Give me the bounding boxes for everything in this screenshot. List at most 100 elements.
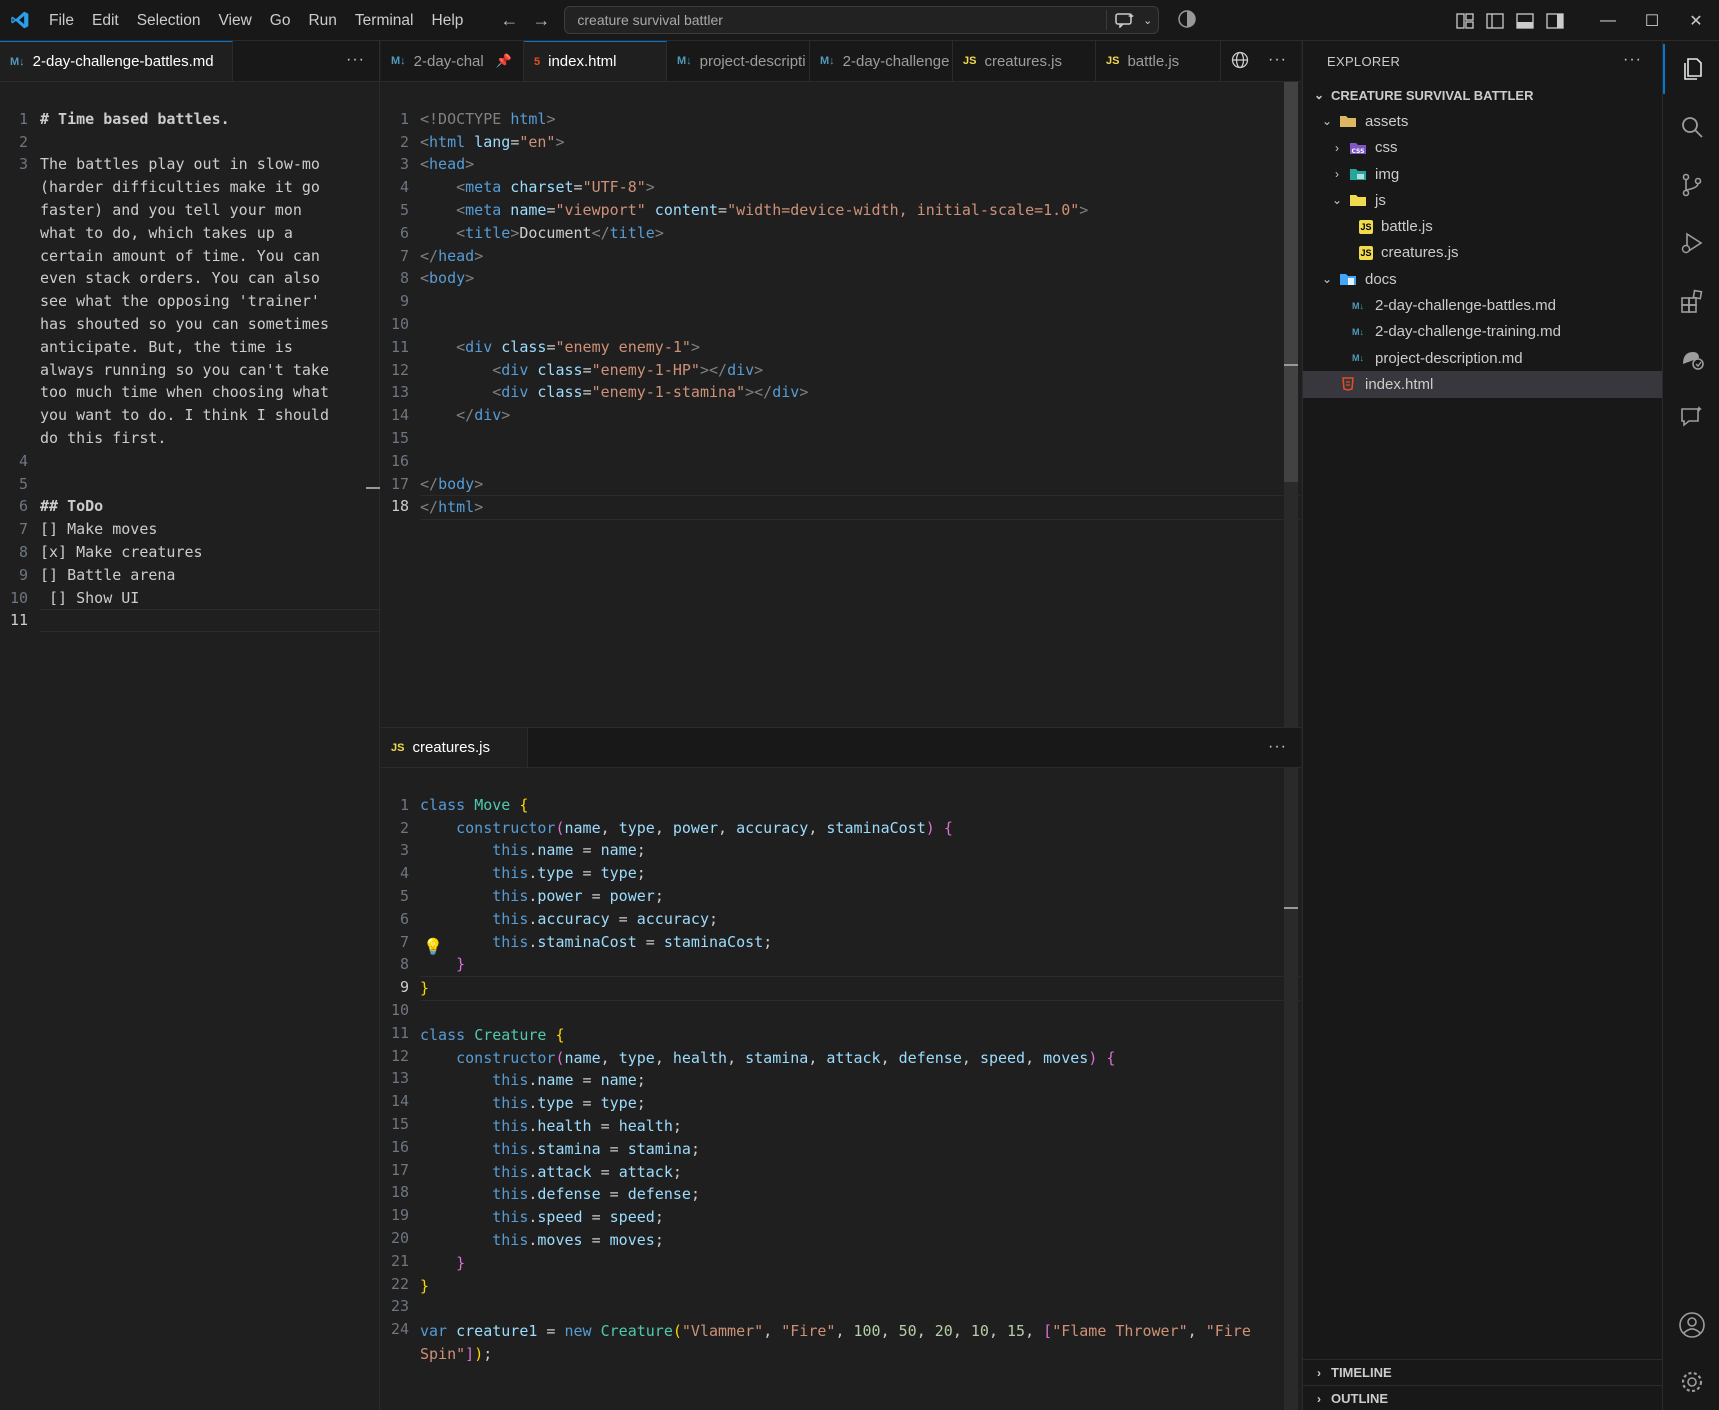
line-number: 2 <box>399 132 409 151</box>
md-heading: # Time based battles. <box>40 109 230 128</box>
more-actions-icon[interactable]: ··· <box>1623 51 1642 69</box>
tree-item-creatures-js[interactable]: JS creatures.js <box>1303 240 1662 266</box>
maximize-icon[interactable]: ☐ <box>1630 11 1674 31</box>
command-center-search[interactable]: creature survival battler ⌄ <box>564 6 1160 34</box>
line-number: 11 <box>9 611 28 630</box>
toggle-primary-sidebar-icon[interactable] <box>1486 12 1504 29</box>
html-code-area[interactable]: 1 2 3 4 5 6 7 8 9 10 11 12 13 14 15 16 17 18 <!DOCTYPE ht… <box>381 82 1301 727</box>
html-file-icon <box>1342 377 1354 392</box>
tree-item-training-md[interactable]: M↓ 2-day-challenge-training.md <box>1303 319 1662 345</box>
extensions-icon[interactable] <box>1663 276 1719 326</box>
source-control-icon[interactable] <box>1663 160 1719 210</box>
js-code-area[interactable]: 1 2 3 4 5 6 7 8 9 10 11 12 13 14 15 16 17 18 19 20 21 22 23 24 … <box>381 768 1301 1410</box>
line-number: 12 <box>390 360 409 379</box>
menu-view[interactable]: View <box>209 0 260 41</box>
timeline-section[interactable]: › TIMELINE <box>1303 1359 1663 1385</box>
tree-item-css[interactable]: › CSS css <box>1303 135 1662 161</box>
menu-selection[interactable]: Selection <box>128 0 210 41</box>
more-actions-icon[interactable]: ··· <box>1268 51 1287 69</box>
menu-run[interactable]: Run <box>299 0 345 41</box>
md-line: [] Show UI <box>40 588 140 607</box>
tab-creatures-js[interactable]: JS creatures.js <box>381 728 528 767</box>
explorer-header: EXPLORER ··· <box>1303 41 1662 82</box>
chat-icon[interactable] <box>1663 392 1719 442</box>
toggle-secondary-sidebar-icon[interactable] <box>1546 12 1564 29</box>
markdown-editor-group: M↓ 2-day-challenge-battles.md ··· 1 2 3 4 5 6… <box>0 41 380 1410</box>
line-number: 8 <box>18 542 28 561</box>
accounts-icon[interactable] <box>1663 1300 1719 1350</box>
line-number: 7 <box>399 246 409 265</box>
copilot-icon[interactable] <box>1177 9 1197 32</box>
cursor-position-marker <box>1284 907 1298 909</box>
tree-item-img[interactable]: › img <box>1303 161 1662 187</box>
tab-battles-md[interactable]: M↓ 2-day-challenge-battles.md <box>0 41 233 81</box>
tab-project-description[interactable]: M↓ project-descripti <box>667 41 810 81</box>
toggle-panel-icon[interactable] <box>1516 12 1534 29</box>
line-number-gutter: 1 2 3 4 5 6 7 8 9 10 11 12 13 14 15 16 17 18 <box>381 85 409 564</box>
tree-item-label: battle.js <box>1381 218 1433 236</box>
markdown-file-icon: M↓ <box>1352 353 1364 364</box>
line-number: 10 <box>390 314 409 333</box>
forward-arrow-icon[interactable]: → <box>532 10 550 31</box>
close-icon[interactable]: ✕ <box>1674 11 1718 31</box>
outline-label: OUTLINE <box>1331 1391 1389 1406</box>
md-line: (harder difficulties make it go <box>40 178 320 197</box>
outline-section[interactable]: › OUTLINE <box>1303 1385 1663 1410</box>
tree-item-label: index.html <box>1365 375 1434 393</box>
tree-item-js[interactable]: ⌄ js <box>1303 187 1662 213</box>
tab-2-day-chal[interactable]: M↓ 2-day-chal 📌 <box>381 41 524 81</box>
line-number: 16 <box>390 451 409 470</box>
tab-2-day-challenge[interactable]: M↓ 2-day-challenge <box>810 41 953 81</box>
tree-item-docs[interactable]: ⌄ docs <box>1303 266 1662 292</box>
chevron-down-icon[interactable]: ⌄ <box>1143 14 1152 27</box>
vertical-scrollbar[interactable] <box>1284 768 1298 1410</box>
chevron-right-icon: › <box>1317 1391 1321 1406</box>
line-number: 19 <box>390 1206 409 1225</box>
tab-battle-js[interactable]: JS battle.js <box>1096 41 1221 81</box>
tree-item-assets[interactable]: ⌄ assets <box>1303 108 1662 134</box>
html-file-icon: 5 <box>534 55 541 68</box>
menu-go[interactable]: Go <box>261 0 300 41</box>
folder-open-icon <box>1340 116 1356 128</box>
tab-creatures-js[interactable]: JS creatures.js <box>953 41 1096 81</box>
menu-terminal[interactable]: Terminal <box>346 0 423 41</box>
scrollbar-thumb[interactable] <box>1284 82 1298 482</box>
md-line: you want to do. I think I should <box>40 406 329 425</box>
markdown-content[interactable]: # Time based battles. The battles play ou… <box>40 85 380 678</box>
workspace-root[interactable]: ⌄ CREATURE SURVIVAL BATTLER <box>1303 82 1662 108</box>
menu-edit[interactable]: Edit <box>83 0 128 41</box>
md-line: always running so you can't take <box>40 360 329 379</box>
menu-file[interactable]: File <box>40 0 83 41</box>
remote-explorer-icon[interactable] <box>1663 334 1719 384</box>
line-number: 1 <box>18 109 28 128</box>
tree-item-index-html[interactable]: index.html <box>1303 371 1662 398</box>
more-actions-icon[interactable]: ··· <box>346 51 365 69</box>
line-number: 8 <box>399 269 409 288</box>
tab-index-html[interactable]: 5 index.html <box>524 41 667 81</box>
line-number: 3 <box>18 155 28 174</box>
open-preview-globe-icon[interactable] <box>1231 51 1249 72</box>
md-line: has shouted so you can sometimes <box>40 314 329 333</box>
minimize-icon[interactable]: — <box>1586 12 1630 30</box>
pin-icon[interactable]: 📌 <box>496 53 512 69</box>
markdown-file-icon: M↓ <box>1352 326 1364 337</box>
tree-item-battles-md[interactable]: M↓ 2-day-challenge-battles.md <box>1303 292 1662 318</box>
explorer-icon[interactable] <box>1663 44 1719 94</box>
search-icon[interactable] <box>1663 102 1719 152</box>
back-arrow-icon[interactable]: ← <box>500 10 518 31</box>
manage-gear-icon[interactable] <box>1663 1357 1719 1407</box>
line-number: 11 <box>390 337 409 356</box>
copilot-chat-icon[interactable] <box>1115 12 1135 28</box>
line-number: 5 <box>399 200 409 219</box>
js-file-icon: JS <box>1106 55 1120 67</box>
more-actions-icon[interactable]: ··· <box>1268 738 1287 756</box>
line-number: 1 <box>399 795 409 814</box>
tree-item-project-description-md[interactable]: M↓ project-description.md <box>1303 345 1662 371</box>
run-and-debug-icon[interactable] <box>1663 218 1719 268</box>
line-number: 4 <box>399 864 409 883</box>
line-number: 24 <box>390 1320 409 1339</box>
customize-layout-icon[interactable] <box>1456 12 1474 29</box>
menu-help[interactable]: Help <box>423 0 473 41</box>
vertical-scrollbar[interactable] <box>1284 82 1298 727</box>
tree-item-battle-js[interactable]: JS battle.js <box>1303 213 1662 239</box>
